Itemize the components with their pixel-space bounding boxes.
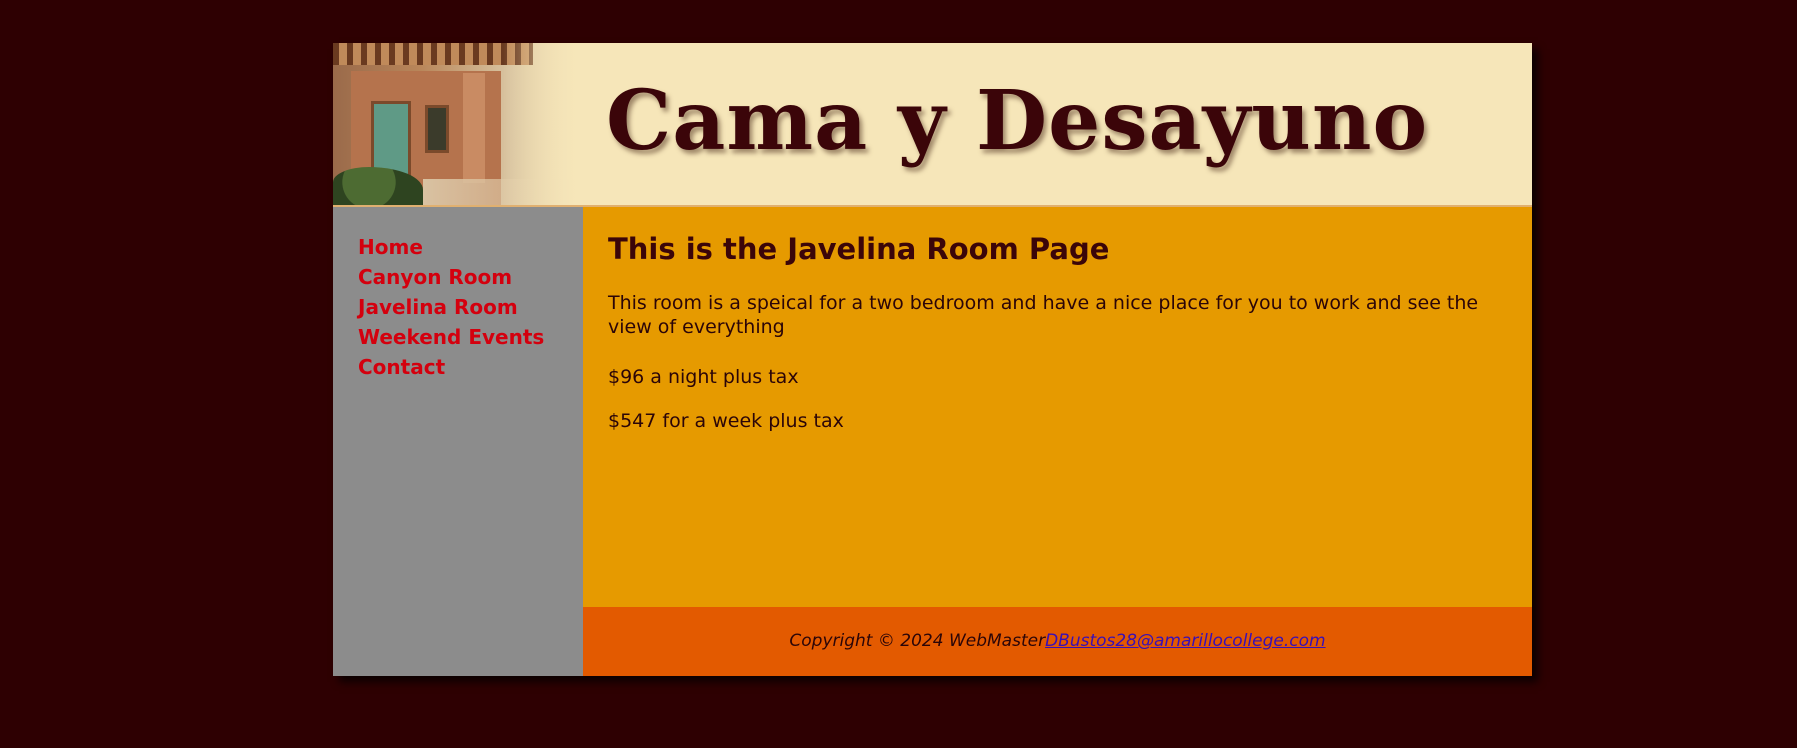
sidebar-nav: Home Canyon Room Javelina Room Weekend E… xyxy=(333,207,583,676)
nav-link-canyon-room[interactable]: Canyon Room xyxy=(358,265,512,289)
nav-item-javelina-room: Javelina Room xyxy=(358,292,544,322)
price-per-week: $547 for a week plus tax xyxy=(608,410,844,432)
nav-link-javelina-room[interactable]: Javelina Room xyxy=(358,295,518,319)
price-per-night: $96 a night plus tax xyxy=(608,366,799,388)
nav-item-contact: Contact xyxy=(358,352,544,382)
page-container: Cama y Desayuno Home Canyon Room Javelin… xyxy=(333,43,1532,676)
nav-link-weekend-events[interactable]: Weekend Events xyxy=(358,325,544,349)
site-header: Cama y Desayuno xyxy=(333,43,1532,207)
nav-item-home: Home xyxy=(358,232,544,262)
photo-pillar xyxy=(463,73,485,183)
photo-fade xyxy=(503,43,583,205)
page-heading: This is the Javelina Room Page xyxy=(608,232,1110,266)
photo-window xyxy=(425,105,449,153)
nav-list: Home Canyon Room Javelina Room Weekend E… xyxy=(358,232,544,382)
webmaster-email-link[interactable]: DBustos28@amarillocollege.com xyxy=(1045,631,1326,651)
header-house-photo xyxy=(333,43,583,205)
nav-link-contact[interactable]: Contact xyxy=(358,355,445,379)
nav-item-canyon-room: Canyon Room xyxy=(358,262,544,292)
site-title: Cama y Desayuno xyxy=(606,73,1429,169)
copyright-text: Copyright © 2024 WebMaster xyxy=(789,631,1046,651)
footer-text: Copyright © 2024 WebMasterDBustos28@amar… xyxy=(583,630,1532,652)
nav-item-weekend-events: Weekend Events xyxy=(358,322,544,352)
nav-link-home[interactable]: Home xyxy=(358,235,423,259)
site-footer: Copyright © 2024 WebMasterDBustos28@amar… xyxy=(583,607,1532,676)
room-description: This room is a speical for a two bedroom… xyxy=(608,292,1479,338)
main-content: This is the Javelina Room Page This room… xyxy=(583,207,1532,607)
